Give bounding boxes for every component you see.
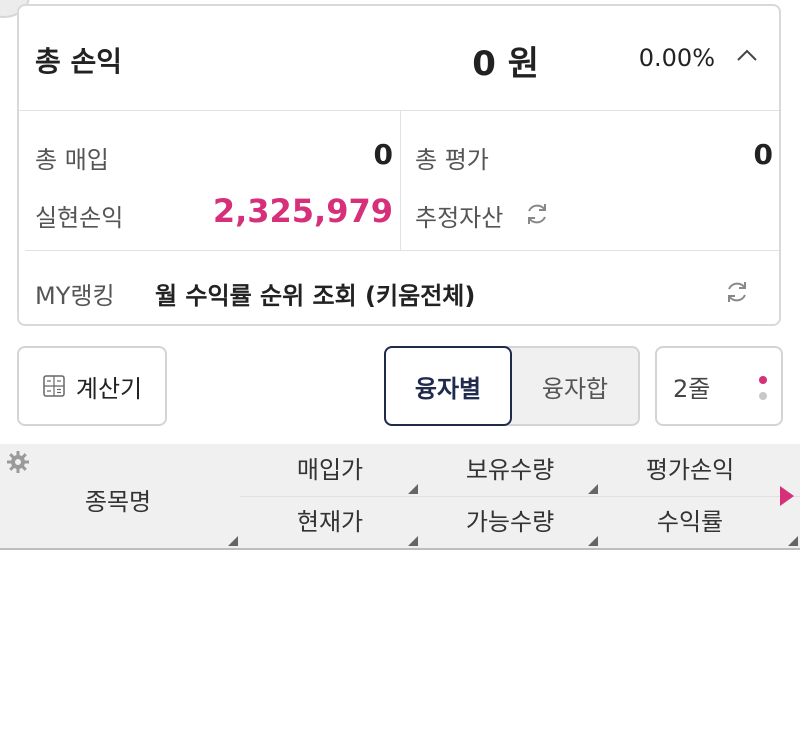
total-profit-title: 총 손익: [35, 45, 123, 78]
sort-indicator-icon: [588, 536, 598, 546]
gear-icon[interactable]: [6, 450, 30, 474]
column-eval-profit[interactable]: 평가손익: [600, 444, 780, 496]
option-dot-active: [759, 376, 767, 384]
total-eval-value: 0: [753, 138, 773, 171]
estimated-assets-label: 추정자산: [415, 204, 504, 232]
calculator-label: 계산기: [75, 374, 143, 403]
tab-loan-sum[interactable]: 융자합: [512, 348, 638, 424]
column-holding-qty[interactable]: 보유수량: [420, 444, 600, 496]
sort-indicator-icon: [788, 536, 798, 546]
sort-indicator-icon: [228, 536, 238, 546]
row-lines-label: 2줄: [673, 374, 711, 403]
sort-indicator-icon: [588, 484, 598, 494]
monthly-return-ranking-link[interactable]: 월 수익률 순위 조회 (키움전체): [155, 276, 475, 311]
sort-indicator-icon: [408, 536, 418, 546]
loan-view-toggle: 융자별 융자합: [384, 346, 640, 426]
refresh-icon[interactable]: [523, 200, 551, 228]
my-ranking-label: MY랭킹: [35, 282, 115, 310]
column-stock-name[interactable]: 종목명: [40, 482, 196, 517]
calculator-button[interactable]: 계산기: [17, 346, 167, 426]
summary-grid: 총 매입 0 총 평가 0 실현손익 2,325,979 추정자산: [19, 110, 779, 251]
holdings-table-header: 종목명 매입가 보유수량 평가손익 현재가 가능수량 수익률: [0, 444, 800, 550]
option-dot-inactive: [759, 392, 767, 400]
row-lines-button[interactable]: 2줄: [655, 346, 783, 426]
column-current-price[interactable]: 현재가: [240, 496, 420, 548]
total-purchase-value: 0: [373, 138, 393, 171]
column-purchase-price[interactable]: 매입가: [240, 444, 420, 496]
my-ranking-row[interactable]: MY랭킹 월 수익률 순위 조회 (키움전체): [19, 250, 779, 326]
total-profit-amount: 0 원: [472, 44, 539, 84]
chevron-up-icon[interactable]: [733, 42, 761, 70]
grid-divider-vertical: [400, 110, 401, 250]
triangle-right-icon[interactable]: [780, 486, 794, 506]
calculator-icon: [43, 375, 65, 397]
column-return-rate[interactable]: 수익률: [600, 496, 780, 548]
total-purchase-label: 총 매입: [35, 146, 109, 174]
tab-by-loan[interactable]: 융자별: [384, 346, 512, 426]
sort-indicator-icon: [408, 484, 418, 494]
profit-summary-card: 총 손익 0 원 0.00% 총 매입 0 총 평가 0 실현손익 2,325,…: [17, 4, 781, 326]
realized-profit-label: 실현손익: [35, 204, 124, 232]
total-eval-label: 총 평가: [415, 146, 489, 174]
column-available-qty[interactable]: 가능수량: [420, 496, 600, 548]
realized-profit-value: 2,325,979: [212, 192, 393, 230]
total-profit-header[interactable]: 총 손익 0 원 0.00%: [19, 6, 779, 111]
total-profit-rate: 0.00%: [638, 44, 715, 72]
refresh-icon[interactable]: [723, 278, 751, 306]
